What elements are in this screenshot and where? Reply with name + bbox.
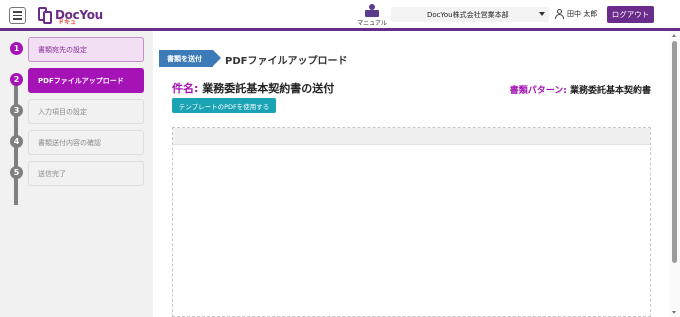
- scrollbar[interactable]: [669, 31, 680, 317]
- manual-link[interactable]: マニュアル: [355, 4, 389, 27]
- step-1-recipient-settings[interactable]: 書類宛先の設定: [28, 37, 144, 62]
- page-title: PDFファイルアップロード: [225, 56, 348, 67]
- breadcrumb-tag: 書類を送付: [159, 50, 221, 67]
- user-icon: [555, 9, 564, 19]
- step-2-pdf-upload[interactable]: PDFファイルアップロード: [28, 68, 144, 93]
- pdf-upload-area[interactable]: [172, 127, 651, 317]
- pdf-viewer-toolbar: [173, 128, 650, 145]
- company-select-value: DocYou株式会社営業本部: [427, 10, 509, 19]
- logo-document-icon: [38, 5, 53, 25]
- step-5-number: 5: [10, 166, 23, 179]
- logout-button[interactable]: ログアウト: [607, 6, 654, 23]
- step-sidebar: 1 書類宛先の設定 2 PDFファイルアップロード 3 入力項目の設定 4 書類…: [0, 31, 153, 317]
- document-subject-label: 件名:: [172, 82, 199, 95]
- hamburger-icon[interactable]: [9, 7, 26, 24]
- user-name: 田中 太郎: [567, 10, 598, 18]
- step-4-number: 4: [10, 135, 23, 148]
- top-header: DocYou ドキュ マニュアル DocYou株式会社営業本部 田中 太郎 ログ…: [0, 0, 680, 31]
- app-root: DocYou ドキュ マニュアル DocYou株式会社営業本部 田中 太郎 ログ…: [0, 0, 680, 317]
- step-3-input-fields: 入力項目の設定: [28, 99, 144, 124]
- step-3-number: 3: [10, 104, 23, 117]
- step-4-confirm: 書類送付内容の確認: [28, 130, 144, 155]
- chevron-down-icon: [539, 12, 545, 16]
- use-template-pdf-button[interactable]: テンプレートのPDFを使用する: [172, 98, 276, 113]
- document-subject: 件名: 業務委託基本契約書の送付: [172, 80, 334, 96]
- company-select[interactable]: DocYou株式会社営業本部: [391, 7, 549, 22]
- document-pattern-value: 業務委託基本契約書: [569, 86, 651, 96]
- document-pattern-label: 書類パターン:: [509, 86, 567, 96]
- manual-book-icon: [365, 4, 379, 17]
- scrollbar-thumb[interactable]: [672, 41, 677, 263]
- manual-label: マニュアル: [357, 20, 387, 27]
- step-5-complete: 送信完了: [28, 161, 144, 186]
- main-content: 書類を送付 PDFファイルアップロード 件名: 業務委託基本契約書の送付 書類パ…: [153, 31, 669, 317]
- logo-subtext: ドキュ: [58, 19, 77, 26]
- document-pattern: 書類パターン: 業務委託基本契約書: [510, 83, 651, 96]
- step-2-number: 2: [10, 73, 23, 86]
- scroll-up-icon[interactable]: [672, 34, 676, 37]
- scroll-down-icon[interactable]: [672, 311, 676, 314]
- document-subject-value: 業務委託基本契約書の送付: [202, 82, 335, 95]
- user-info: 田中 太郎: [555, 9, 597, 19]
- step-1-number: 1: [10, 42, 23, 55]
